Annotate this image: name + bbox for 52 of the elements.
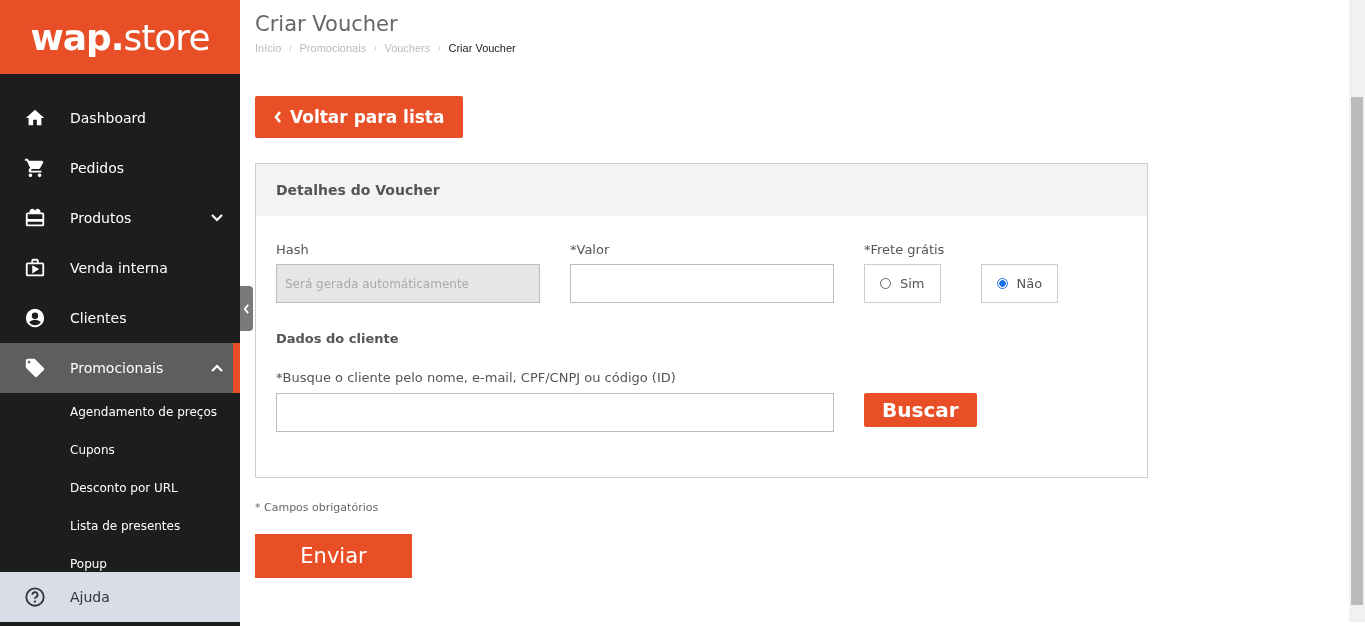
radio-label: Não [1016, 276, 1043, 291]
sidebar-item-label: Dashboard [70, 110, 147, 126]
help-item[interactable]: Ajuda [0, 572, 240, 622]
sidebar-item-label: Clientes [70, 310, 128, 326]
radio-option[interactable]: Não [980, 264, 1059, 303]
chevron-left-icon [274, 111, 282, 123]
submenu-item[interactable]: Popup [0, 545, 240, 572]
field-label: *Frete grátis [864, 242, 946, 257]
sidebar-item-label: Venda interna [70, 260, 169, 276]
sidebar-item[interactable]: Promocionais [0, 343, 240, 393]
help-icon [24, 586, 46, 608]
breadcrumb-separator: / [374, 43, 377, 53]
breadcrumb-separator: / [289, 43, 292, 53]
logo[interactable]: wap.store [0, 0, 240, 74]
bag-icon [24, 257, 46, 279]
field-label: *Busque o cliente pelo nome, e-mail, CPF/CNPJ ou código (ID) [276, 370, 677, 385]
sidebar-item[interactable]: Produtos [0, 193, 240, 243]
submenu-item[interactable]: Lista de presentes [0, 507, 240, 545]
radio-option[interactable]: Sim [864, 264, 941, 303]
sidebar-item-label: Produtos [70, 210, 133, 226]
scrollbar[interactable] [1349, 0, 1365, 622]
breadcrumb-separator: / [438, 43, 441, 53]
sidebar-item[interactable]: Pedidos [0, 143, 240, 193]
radio-button[interactable] [996, 278, 1008, 289]
chevron-left-icon [243, 303, 250, 314]
panel-title: Detalhes do Voucher [276, 182, 440, 198]
page-title: Criar Voucher [255, 12, 399, 36]
submenu-item[interactable]: Desconto por URL [0, 469, 240, 507]
radio-label: Sim [900, 276, 925, 291]
gift-icon [24, 207, 46, 229]
submenu-item[interactable]: Cupons [0, 431, 240, 469]
sidebar-toggle[interactable] [240, 286, 253, 331]
sidebar-item[interactable]: Venda interna [0, 243, 240, 293]
field-label: Hash [276, 242, 310, 257]
sidebar-item-label: Pedidos [70, 160, 126, 176]
submit-button[interactable]: Enviar [255, 534, 412, 578]
section-title: Dados do cliente [276, 331, 400, 346]
submenu-item[interactable]: Agendamento de preços [0, 393, 240, 431]
value-field[interactable] [570, 264, 834, 303]
cart-icon [24, 157, 46, 179]
back-button[interactable]: Voltar para lista [255, 96, 464, 138]
breadcrumb-current: Criar Voucher [448, 42, 516, 54]
sidebar-item[interactable]: Dashboard [0, 93, 240, 143]
search-button[interactable]: Buscar [864, 393, 977, 427]
client-search-field[interactable] [276, 393, 834, 432]
scrollbar-thumb[interactable] [1351, 97, 1363, 605]
required-note: * Campos obrigatórios [255, 501, 380, 514]
sidebar-item[interactable]: Clientes [0, 293, 240, 343]
user-icon [24, 307, 46, 329]
field-label: *Valor [570, 242, 611, 257]
tag-icon [24, 357, 46, 379]
sidebar-item-label: Promocionais [70, 360, 165, 376]
